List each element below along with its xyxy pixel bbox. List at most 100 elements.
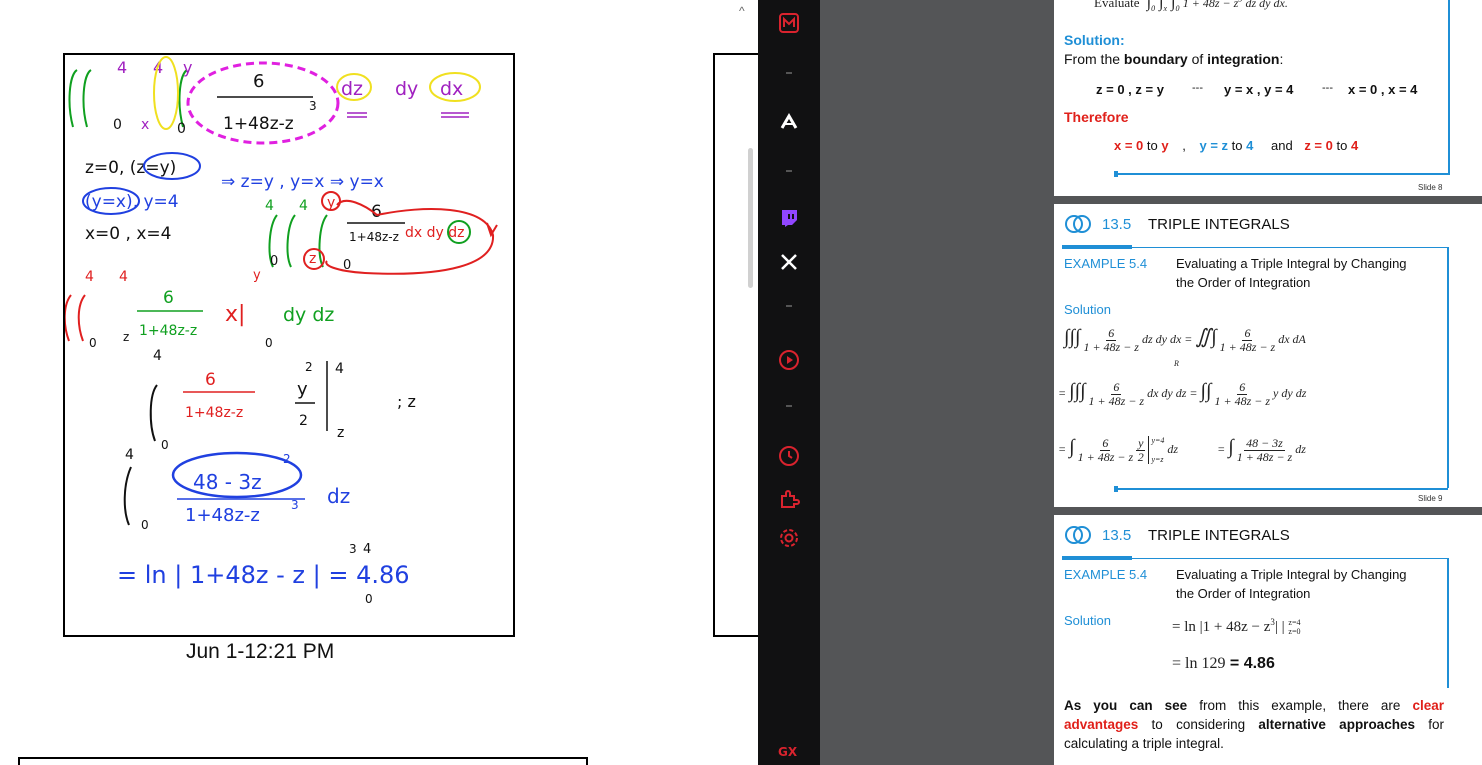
page-caption: Jun 1-12:21 PM [186, 640, 335, 663]
step2-limit-3: 0 [89, 336, 97, 350]
slide9-example-title-2: the Order of Integration [1176, 275, 1311, 290]
final-answer: = ln | 1+48z - z | = 4.86 3 4 0 [117, 542, 410, 606]
sidebar-divider [786, 72, 792, 74]
slide9-region: R [1174, 359, 1179, 368]
viewer-background [820, 0, 1054, 765]
slide9-header-bar [1062, 245, 1132, 249]
step4: 4 0 48 - 3z 2 1+48z-z 3 dz [123, 447, 350, 532]
line3-frac-den: 2 [1137, 449, 1144, 464]
line3-rhs-den: 1 + 48z − z [1236, 449, 1293, 464]
slide8-boundary-line: From the boundary of integration: [1064, 51, 1283, 67]
slide10-example-title-1: Evaluating a Triple Integral by Changing [1176, 567, 1407, 582]
line2-den: 1 + 48z − z [1088, 393, 1145, 408]
slide10-section-title: TRIPLE INTEGRALS [1148, 527, 1290, 544]
step4-diff: dz [327, 484, 350, 508]
sidebar-divider [786, 170, 792, 172]
diff-dy: dy [395, 78, 418, 100]
step3-den: 1+48z-z [185, 405, 243, 421]
problem-num: 6 [253, 71, 264, 92]
slide9-section-title: TRIPLE INTEGRALS [1148, 216, 1290, 233]
line1-lower: z=0 [1288, 626, 1301, 636]
slide9-solution-label: Solution [1064, 302, 1111, 317]
line3-rhs-diff: dz [1295, 442, 1306, 456]
scroll-up-button[interactable]: ^ [739, 4, 745, 18]
diff-dz: dz [341, 78, 363, 100]
section-logo-icon [1065, 526, 1091, 544]
slide9-underline-tick [1114, 486, 1118, 492]
slide8-rule [1448, 0, 1450, 175]
slide10-line1: = ln |1 + 48z − z3| | z=4 z=0 [1172, 617, 1301, 636]
text: to [1336, 138, 1348, 153]
problem-lower-1: 0 [113, 117, 122, 133]
settings-icon[interactable] [777, 526, 801, 550]
step3-y-exp: 2 [305, 360, 313, 374]
line3-frac-num: y [1136, 436, 1146, 451]
line1-rhs-den: 1 + 48z − z [1219, 339, 1276, 354]
slide8-underline [1114, 173, 1448, 175]
slide8-solution-label: Solution: [1064, 32, 1125, 48]
problem-den-exp: 3 [309, 99, 317, 113]
slide10-header-bar [1062, 556, 1132, 560]
browser-sidebar: GX [758, 0, 820, 765]
twitch-icon[interactable] [777, 206, 801, 230]
line1-rhs-num: 6 [1242, 326, 1253, 341]
text: to [1146, 138, 1158, 153]
line2-diff: dx dy dz [1147, 386, 1187, 400]
step2-limit-2: 4 [119, 269, 128, 285]
text: From the [1064, 51, 1124, 67]
slide10-line2: = ln 129 = 4.86 [1172, 655, 1275, 673]
slide9-line3: = ∫ 61 + 48z − z y2 y=4 y=z dz = ∫ 48 − … [1058, 436, 1306, 465]
slide10-example-title-2: the Order of Integration [1176, 586, 1311, 601]
reorder-lower-1: 0 [270, 254, 278, 269]
step4-num-exp: 2 [283, 452, 291, 466]
diff-dx: dx [440, 78, 463, 100]
player-icon[interactable] [777, 348, 801, 372]
step3-num: 6 [205, 370, 216, 390]
x-icon[interactable] [777, 250, 801, 274]
line3-den: 1 + 48z − z [1077, 449, 1134, 464]
para-p1: As you can see [1064, 698, 1188, 713]
slide8-underline-tick [1114, 171, 1118, 177]
step4-num: 48 - 3z [193, 470, 262, 494]
sidebar-divider [786, 405, 792, 407]
notebook-page[interactable]: 4 4 y 0 x 0 6 1+48z-z 3 dz dy dx z=0, (z… [63, 53, 515, 637]
text: , [1182, 138, 1186, 153]
arc-icon[interactable] [777, 110, 801, 134]
line3-diff: dz [1167, 442, 1179, 456]
extensions-icon[interactable] [777, 487, 801, 511]
line2-pre: = ln 129 [1172, 655, 1226, 672]
slide-10: 13.5 TRIPLE INTEGRALS EXAMPLE 5.4 Evalua… [1054, 515, 1482, 765]
step2-eval-upper: y [253, 268, 261, 283]
scrollbar-thumb[interactable] [748, 148, 753, 288]
text: to [1231, 138, 1243, 153]
slide9-number: Slide 9 [1418, 494, 1443, 503]
slide8-eq-y: y = x , y = 4 [1224, 82, 1294, 97]
slide-8: Evaluate ∫0 ∫x ∫0 1 + 48z − z3 dz dy dx.… [1054, 0, 1482, 196]
step2-den: 1+48z-z [139, 323, 197, 339]
text: : [1279, 51, 1284, 67]
slide9-line2: = ∫∫∫ 61 + 48z − z dx dy dz = ∫∫ 61 + 48… [1058, 380, 1307, 408]
line1-num: 6 [1106, 326, 1117, 341]
next-page[interactable] [713, 53, 758, 637]
gx-brand-logo[interactable]: GX [778, 745, 797, 759]
step3-y: y [297, 379, 308, 400]
step3-int-upper: 4 [153, 348, 162, 364]
problem-lower-2: x [141, 117, 149, 133]
notebook-pane[interactable]: 4 4 y 0 x 0 6 1+48z-z 3 dz dy dx z=0, (z… [0, 0, 758, 765]
slide8-ranges: x = 0 to y , y = z to 4 and z = 0 to 4 [1114, 138, 1358, 153]
problem-integral: 4 4 y 0 x 0 6 1+48z-z 3 dz dy dx [68, 56, 481, 145]
problem-upper-3: y [183, 58, 192, 77]
slide10-paragraph: As you can see from this example, there … [1064, 696, 1444, 753]
slides-panel[interactable]: Evaluate ∫0 ∫x ∫0 1 + 48z − z3 dz dy dx.… [1054, 0, 1482, 765]
line1-diff: dz dy dx = [1141, 332, 1193, 346]
range-z: z = 0 [1304, 138, 1333, 153]
step4-den-exp: 3 [291, 498, 299, 512]
history-icon[interactable] [777, 444, 801, 468]
final-exp: 3 [349, 542, 357, 556]
final-lower: 0 [365, 592, 373, 606]
messenger-icon[interactable] [777, 11, 801, 35]
range-y: y = z [1199, 138, 1229, 153]
text: boundary [1123, 51, 1188, 67]
page-below[interactable] [18, 757, 588, 765]
slide9-section-number: 13.5 [1102, 216, 1132, 233]
